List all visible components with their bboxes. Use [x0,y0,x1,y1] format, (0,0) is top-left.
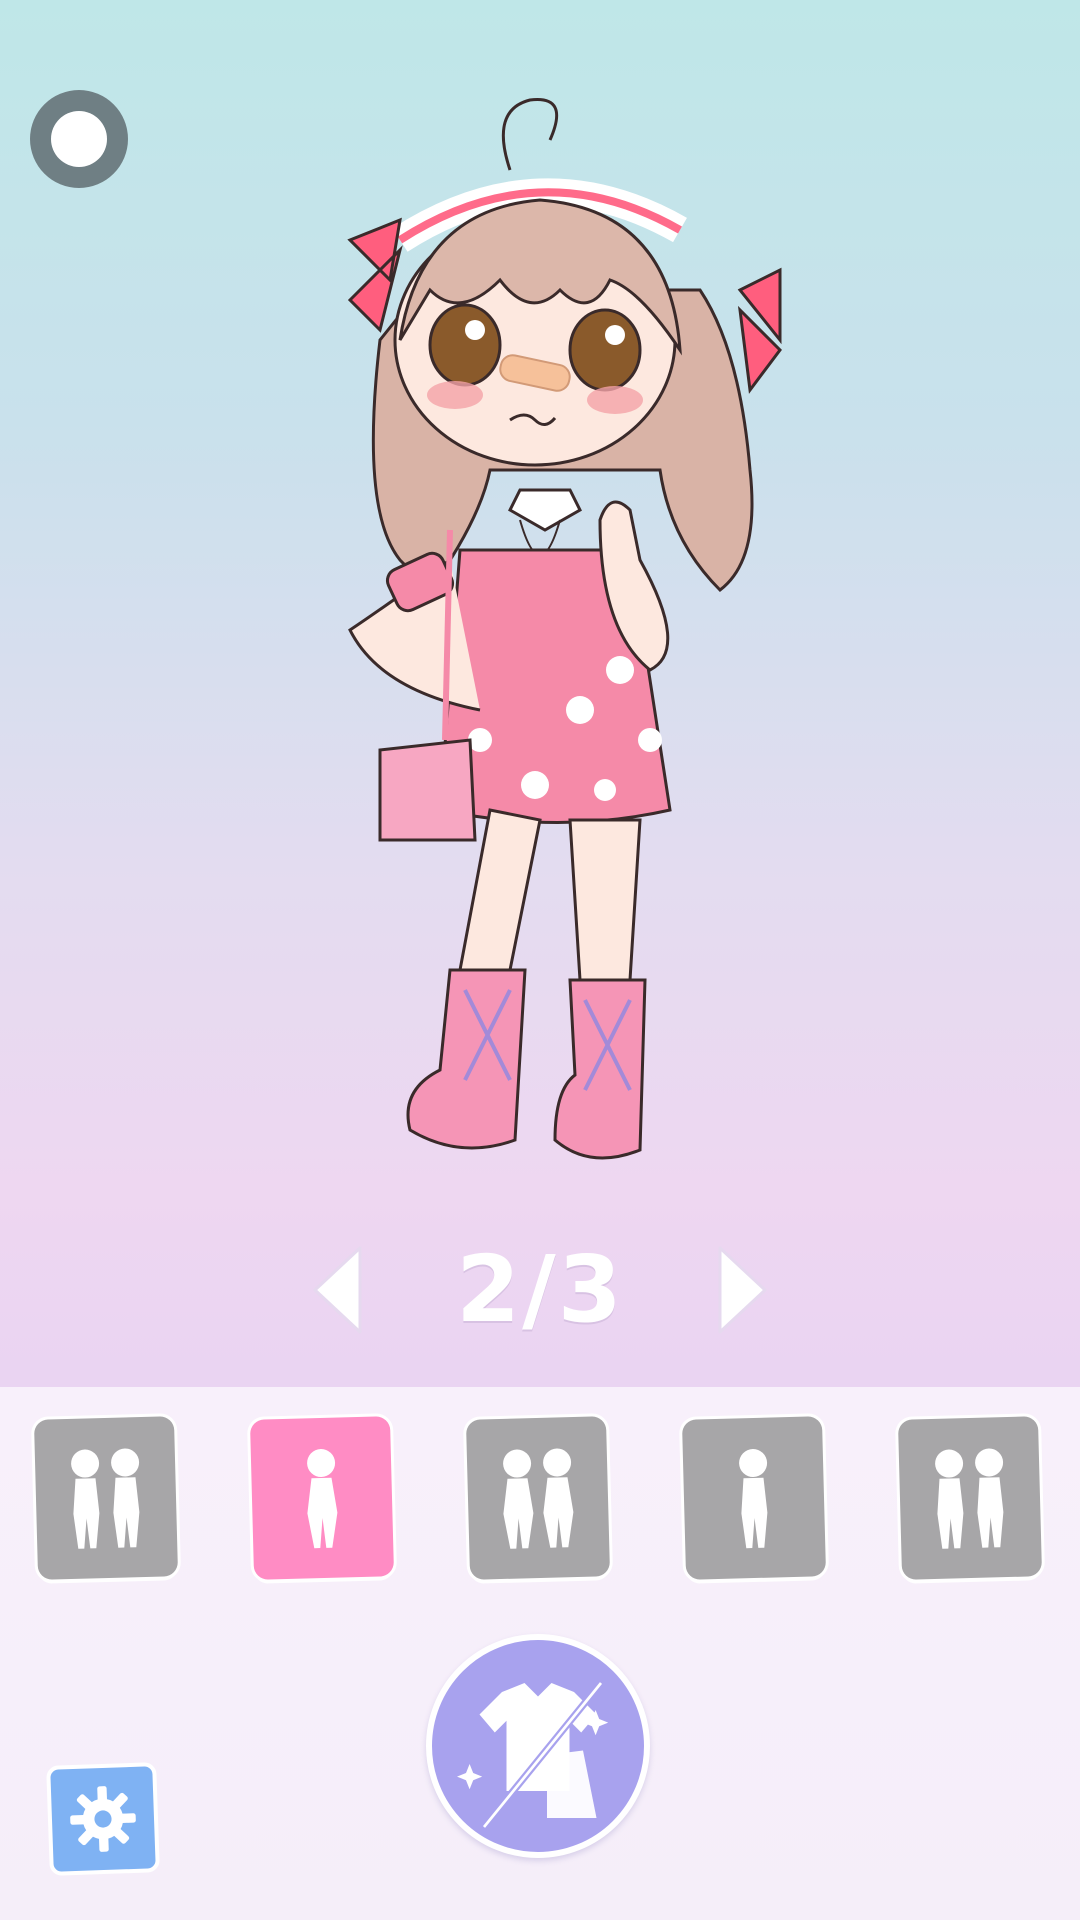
mode-two-boys[interactable] [897,1416,1043,1580]
page-indicator: 2/3 [456,1236,624,1343]
couple-silhouette-icon [71,1448,140,1549]
chibi-girl-illustration [347,98,782,1160]
chevron-right-icon [718,1246,767,1334]
character-mode-selector [0,1416,1080,1588]
mode-couple[interactable] [33,1416,179,1580]
character-preview [340,90,800,1180]
mode-two-girls[interactable] [465,1416,611,1580]
record-button[interactable] [30,90,128,188]
mode-single-boy[interactable] [681,1416,827,1580]
single-boy-silhouette-icon [739,1449,768,1549]
mode-single-girl[interactable] [249,1416,395,1580]
settings-button[interactable] [46,1762,160,1876]
previous-button[interactable] [305,1240,375,1340]
wardrobe-button[interactable] [426,1634,650,1858]
two-boys-silhouette-icon [935,1448,1004,1549]
record-circle-icon [51,111,107,167]
outfit-pager: 2/3 [0,1240,1080,1340]
outfit-swap-icon [457,1680,609,1830]
gear-icon [70,1786,136,1852]
chevron-left-icon [313,1246,362,1334]
two-girls-silhouette-icon [503,1448,574,1549]
single-girl-silhouette-icon [307,1449,338,1549]
next-button[interactable] [705,1240,775,1340]
